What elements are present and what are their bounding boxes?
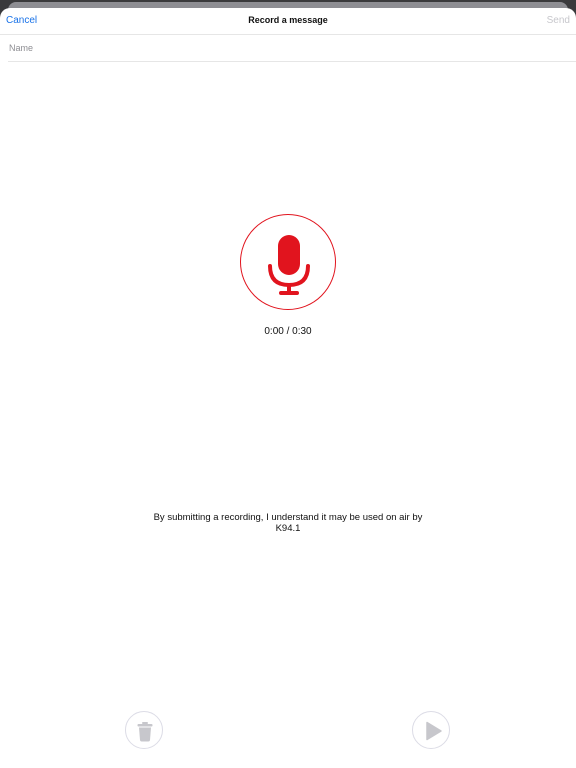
send-button[interactable]: Send — [547, 15, 570, 26]
trash-icon — [137, 722, 153, 742]
page-title: Record a message — [248, 15, 328, 25]
name-input[interactable] — [8, 35, 576, 62]
play-icon — [426, 721, 442, 741]
delete-button[interactable] — [125, 711, 163, 749]
navigation-bar: Cancel Record a message Send — [0, 8, 576, 35]
disclaimer-text: By submitting a recording, I understand … — [153, 512, 423, 534]
record-message-sheet: Cancel Record a message Send 0:00 / 0:30… — [0, 8, 576, 768]
microphone-icon — [268, 235, 310, 295]
play-button[interactable] — [412, 711, 450, 749]
record-button[interactable] — [240, 214, 336, 310]
recording-timer: 0:00 / 0:30 — [264, 326, 312, 337]
